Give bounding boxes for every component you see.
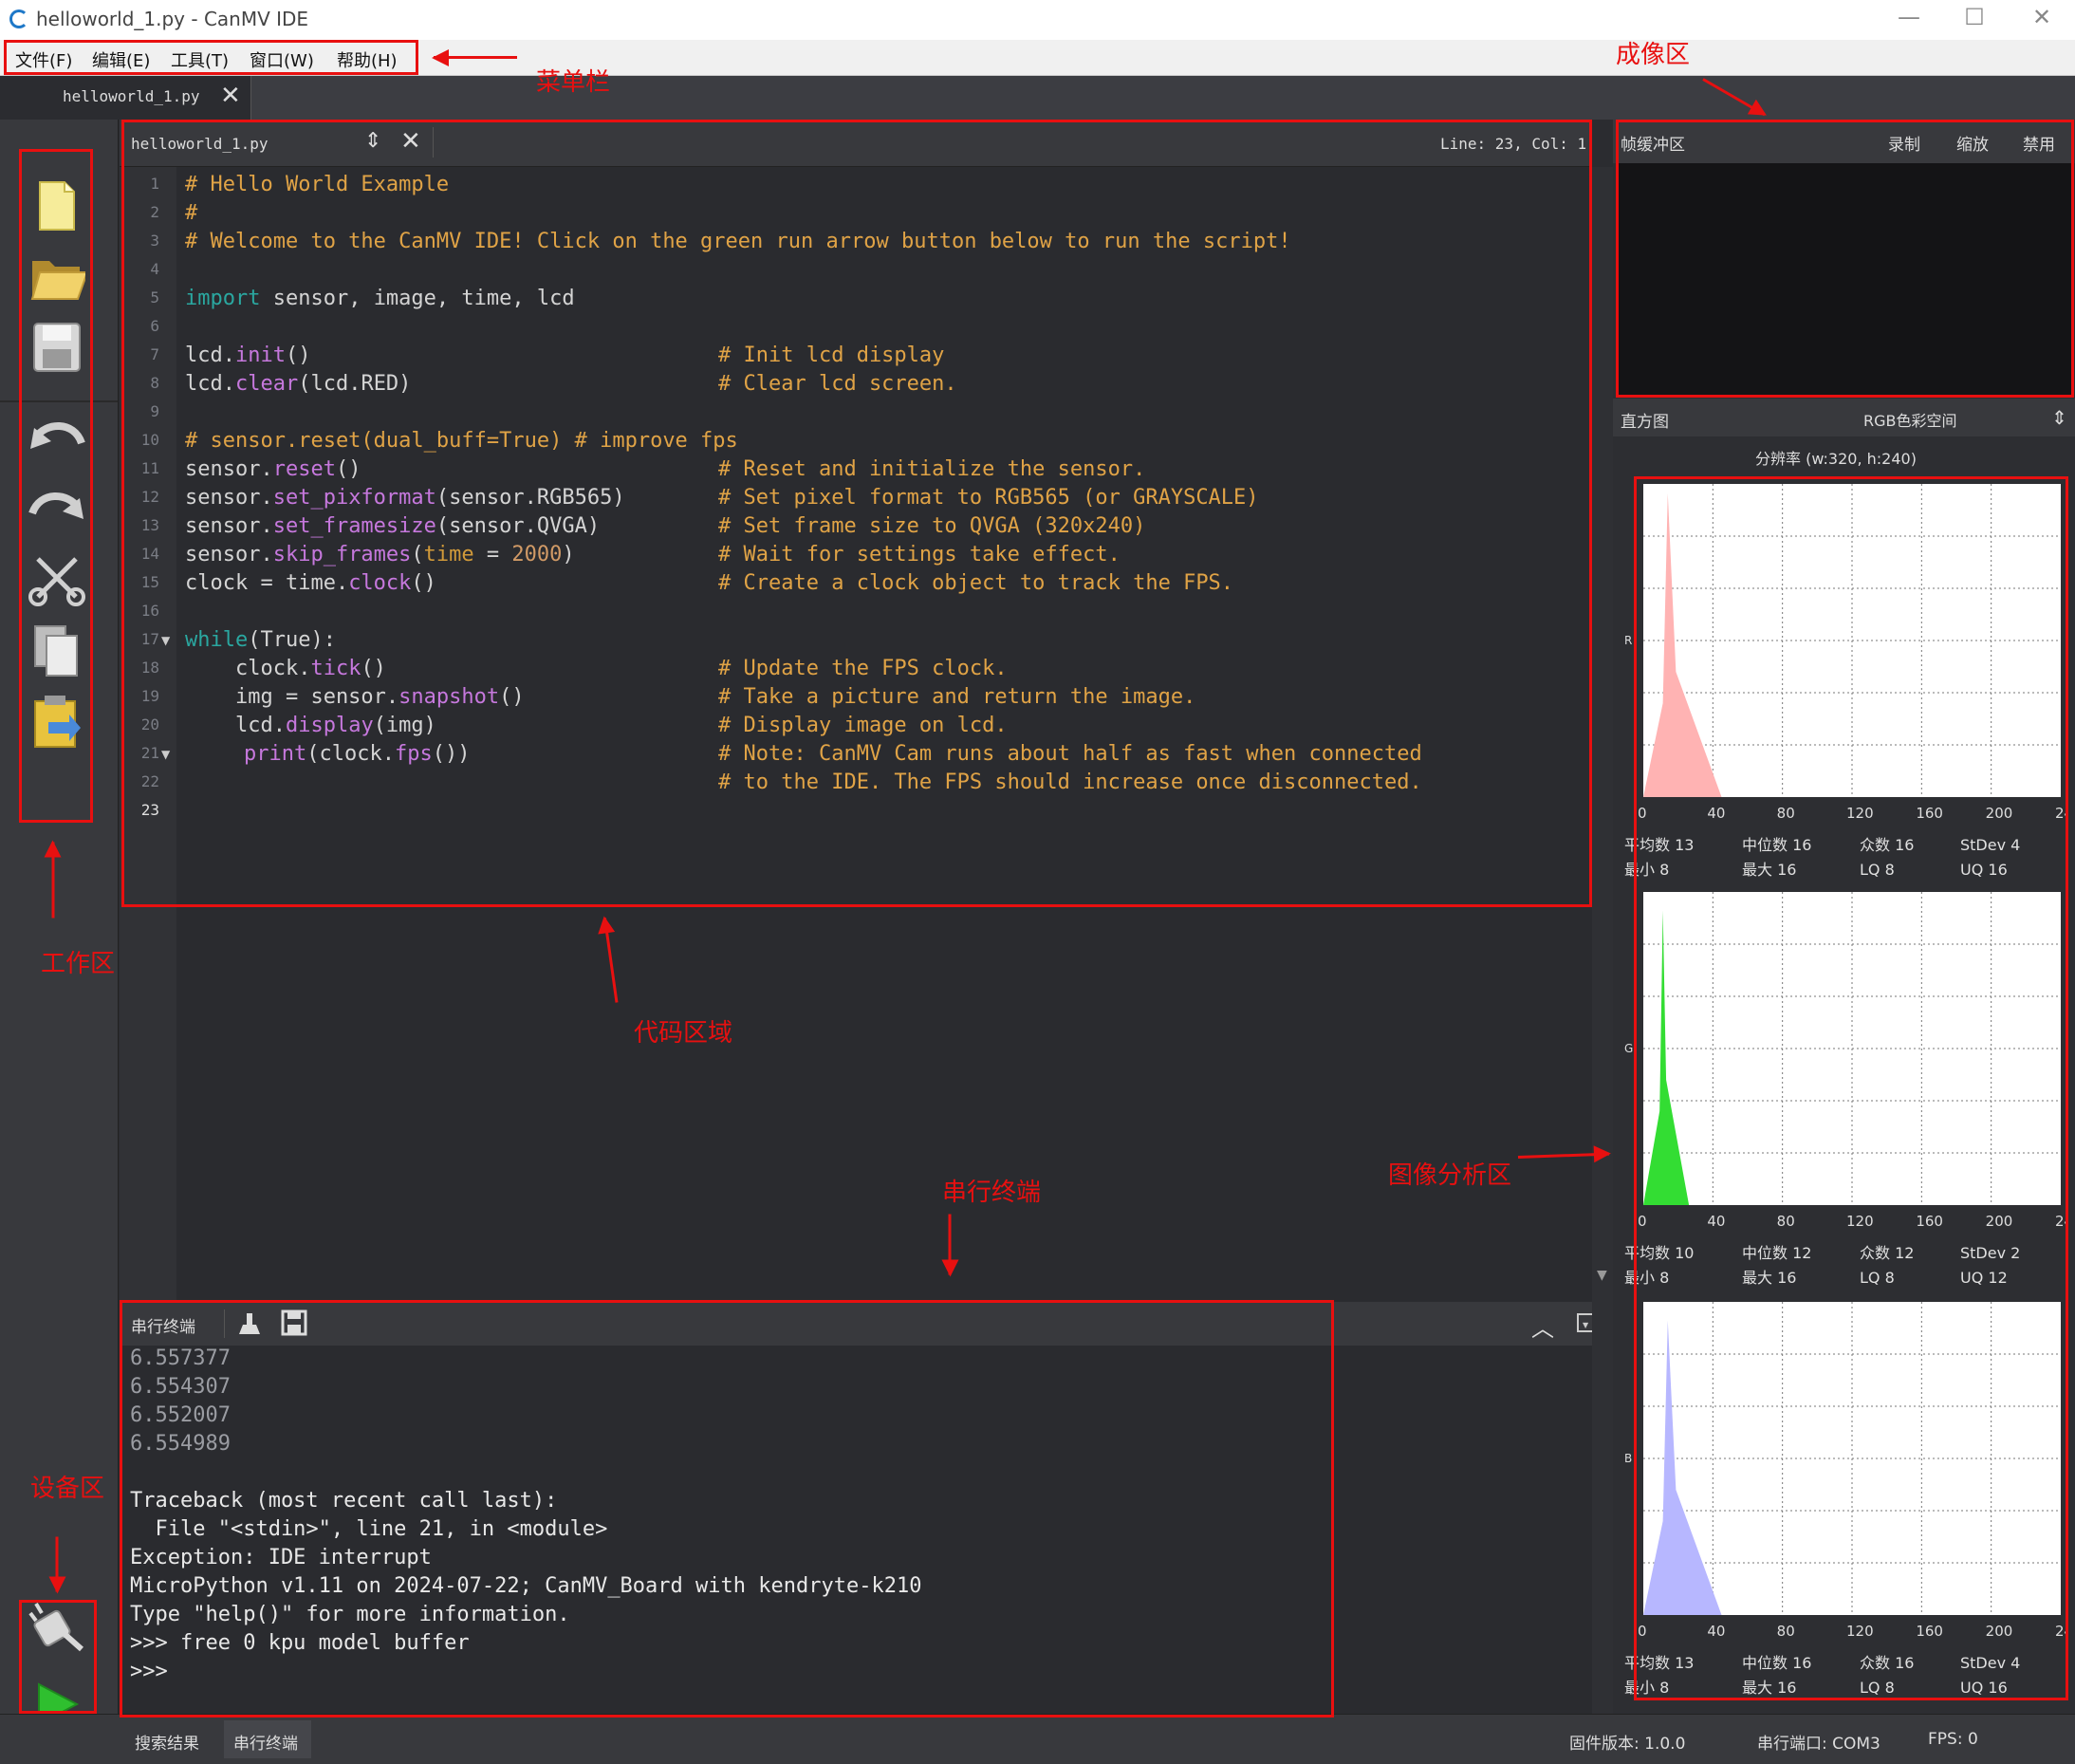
tab-serial-terminal[interactable]: 串行终端 <box>233 1730 298 1754</box>
tab-close-icon[interactable]: ✕ <box>220 82 241 110</box>
annotation-label-imaging: 成像区 <box>1616 41 1691 69</box>
annotation-box-workspace <box>19 149 93 823</box>
tab-label: helloworld_1.py <box>63 87 200 105</box>
maximize-button[interactable]: ☐ <box>1955 4 1993 30</box>
histogram-axis-label: B <box>1624 1452 1632 1465</box>
serial-port: 串行端口: COM3 <box>1757 1735 1880 1754</box>
status-bar: 搜索结果 串行终端 固件版本: 1.0.0 串行端口: COM3 FPS: 0 <box>0 1714 2075 1764</box>
app-logo-icon <box>9 9 28 28</box>
annotation-box-code <box>121 120 1592 907</box>
collapse-up-icon[interactable]: ︿ <box>1531 1309 1554 1343</box>
annotation-label-analysis: 图像分析区 <box>1388 1161 1512 1190</box>
annotation-box-menubar <box>4 40 418 75</box>
histogram-title: 直方图 <box>1621 413 1669 432</box>
annotation-arrow <box>51 842 55 919</box>
fps-readout: FPS: 0 <box>1928 1730 1978 1749</box>
annotation-label-serial: 串行终端 <box>942 1179 1042 1207</box>
annotation-box-imaging <box>1616 120 2074 398</box>
annotation-arrow <box>55 1536 59 1592</box>
annotation-label-menubar: 菜单栏 <box>536 68 611 97</box>
annotation-arrow <box>948 1214 952 1275</box>
right-panel-scrollbar[interactable]: ▼ <box>1592 167 1613 1714</box>
annotation-label-workspace: 工作区 <box>41 950 116 978</box>
histogram-axis-label: R <box>1624 634 1632 647</box>
annotation-box-serial <box>120 1300 1334 1718</box>
colorspace-arrows-icon[interactable]: ⇕ <box>2051 406 2067 429</box>
tab-search-results[interactable]: 搜索结果 <box>135 1730 199 1754</box>
annotation-label-device: 设备区 <box>30 1475 105 1503</box>
window-title: helloworld_1.py - CanMV IDE <box>36 8 309 30</box>
annotation-arrow <box>434 56 517 59</box>
histogram-header: 直方图 RGB色彩空间 ⇕ <box>1613 399 2075 436</box>
close-window-button[interactable]: ✕ <box>2023 4 2061 30</box>
resolution-label: 分辨率 (w:320, h:240) <box>1755 450 1917 468</box>
annotation-box-device <box>19 1600 97 1714</box>
annotation-box-analysis <box>1634 476 2068 1700</box>
annotation-label-code: 代码区域 <box>634 1019 733 1048</box>
tab-helloworld[interactable]: helloworld_1.py ✕ <box>0 76 251 120</box>
firmware-version: 固件版本: 1.0.0 <box>1569 1735 1686 1754</box>
histogram-axis-label: G <box>1624 1042 1633 1055</box>
colorspace-select[interactable]: RGB色彩空间 <box>1863 408 1957 431</box>
title-bar: helloworld_1.py - CanMV IDE — ☐ ✕ <box>0 0 2075 40</box>
minimize-button[interactable]: — <box>1890 4 1928 30</box>
